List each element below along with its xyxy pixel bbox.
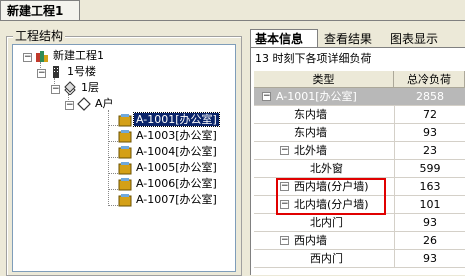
cell-load: 72	[394, 106, 465, 123]
tab-basic-info[interactable]: 基本信息	[250, 29, 318, 47]
cell-load: 93	[394, 124, 465, 141]
cell-type: 北内门	[310, 216, 343, 229]
collapse-building-icon[interactable]: −	[37, 69, 46, 78]
cell-type: 北外墙	[294, 144, 327, 157]
floor-icon	[64, 81, 76, 95]
table-row[interactable]: 北内门 93	[254, 214, 465, 232]
tree-guide	[108, 173, 118, 174]
tab-view-results[interactable]: 查看结果	[320, 30, 384, 48]
project-tree[interactable]: − 新建工程1 − 1号楼 − 1层 − A户 A-1001[办公室] A-10…	[12, 44, 236, 272]
table-row[interactable]: 北外窗 599	[254, 160, 465, 178]
collapse-project-icon[interactable]: −	[23, 53, 32, 62]
column-header-total-cooling-load[interactable]: 总冷负荷	[394, 71, 465, 88]
cell-type: 北外窗	[310, 162, 343, 175]
tree-item-room-a1001[interactable]: A-1001[办公室]	[133, 112, 220, 128]
cell-type: 西内门	[310, 252, 343, 265]
cell-load: 101	[394, 196, 465, 213]
project-structure-title: 工程结构	[13, 29, 66, 43]
room-icon	[118, 114, 132, 127]
tree-guide	[108, 157, 118, 158]
room-icon	[118, 178, 132, 191]
cell-load: 26	[394, 232, 465, 249]
tree-guide	[108, 205, 118, 206]
tree-item-room-a1007[interactable]: A-1007[办公室]	[134, 192, 219, 208]
load-detail-grid[interactable]: 类型 总冷负荷 − A-1001[办公室] 2858 东内墙 72 东内墙 93…	[254, 71, 465, 274]
column-header-type[interactable]: 类型	[254, 71, 394, 88]
cell-type: 西内墙	[294, 234, 327, 247]
cell-load: 163	[394, 178, 465, 195]
room-icon	[118, 130, 132, 143]
project-icon	[36, 51, 48, 62]
tree-item-room-a1004[interactable]: A-1004[办公室]	[134, 144, 219, 160]
tree-item-label: 1层	[81, 81, 99, 94]
tree-guide	[108, 125, 118, 126]
cell-load: 599	[394, 160, 465, 177]
tree-item-label: A户	[95, 97, 114, 110]
tree-item-room-a1006[interactable]: A-1006[办公室]	[134, 176, 219, 192]
tree-item-unit[interactable]: A户	[93, 96, 116, 112]
room-icon	[118, 194, 132, 207]
cell-load: 93	[394, 250, 465, 267]
tab-chart-display[interactable]: 图表显示	[386, 30, 452, 48]
tab-label: 基本信息	[255, 32, 304, 46]
building-icon	[53, 66, 59, 78]
room-icon	[118, 162, 132, 175]
tree-item-label: A-1003[办公室]	[136, 129, 217, 142]
table-row[interactable]: − 北外墙 23	[254, 142, 465, 160]
tab-label: 图表显示	[390, 32, 439, 46]
table-row[interactable]: − 西内墙 26	[254, 232, 465, 250]
tree-item-label: A-1004[办公室]	[136, 145, 217, 158]
annotation-highlight-box	[276, 178, 386, 215]
tree-guide	[108, 141, 118, 142]
table-row[interactable]: 东内墙 93	[254, 124, 465, 142]
tree-item-floor[interactable]: 1层	[79, 80, 101, 96]
cell-load: 2858	[394, 88, 465, 105]
cell-type: A-1001[办公室]	[276, 90, 357, 103]
unit-icon	[77, 97, 91, 111]
tab-divider	[0, 20, 465, 21]
cell-load: 93	[394, 214, 465, 231]
table-row[interactable]: 西内门 93	[254, 250, 465, 268]
cell-type: 东内墙	[294, 108, 327, 121]
tree-item-room-a1005[interactable]: A-1005[办公室]	[134, 160, 219, 176]
collapse-floor-icon[interactable]: −	[51, 85, 60, 94]
collapse-unit-icon[interactable]: −	[65, 101, 74, 110]
tab-new-project[interactable]: 新建工程1	[0, 0, 80, 20]
tab-label: 查看结果	[324, 32, 373, 46]
room-icon	[118, 146, 132, 159]
tree-item-building[interactable]: 1号楼	[65, 64, 98, 80]
tree-item-label: A-1001[办公室]	[133, 112, 220, 127]
tree-item-label: A-1005[办公室]	[136, 161, 217, 174]
tree-item-label: A-1007[办公室]	[136, 193, 217, 206]
tree-item-label: 1号楼	[67, 65, 96, 78]
tree-item-room-a1003[interactable]: A-1003[办公室]	[134, 128, 219, 144]
cell-load: 23	[394, 142, 465, 159]
tree-item-project[interactable]: 新建工程1	[51, 48, 106, 64]
table-row[interactable]: − A-1001[办公室] 2858	[254, 88, 465, 106]
table-row[interactable]: 东内墙 72	[254, 106, 465, 124]
cell-type: 东内墙	[294, 126, 327, 139]
tree-item-label: 新建工程1	[53, 49, 104, 62]
tree-guide	[108, 189, 118, 190]
detail-caption: 13 时刻下各项详细负荷	[255, 52, 372, 65]
tree-item-label: A-1006[办公室]	[136, 177, 217, 190]
